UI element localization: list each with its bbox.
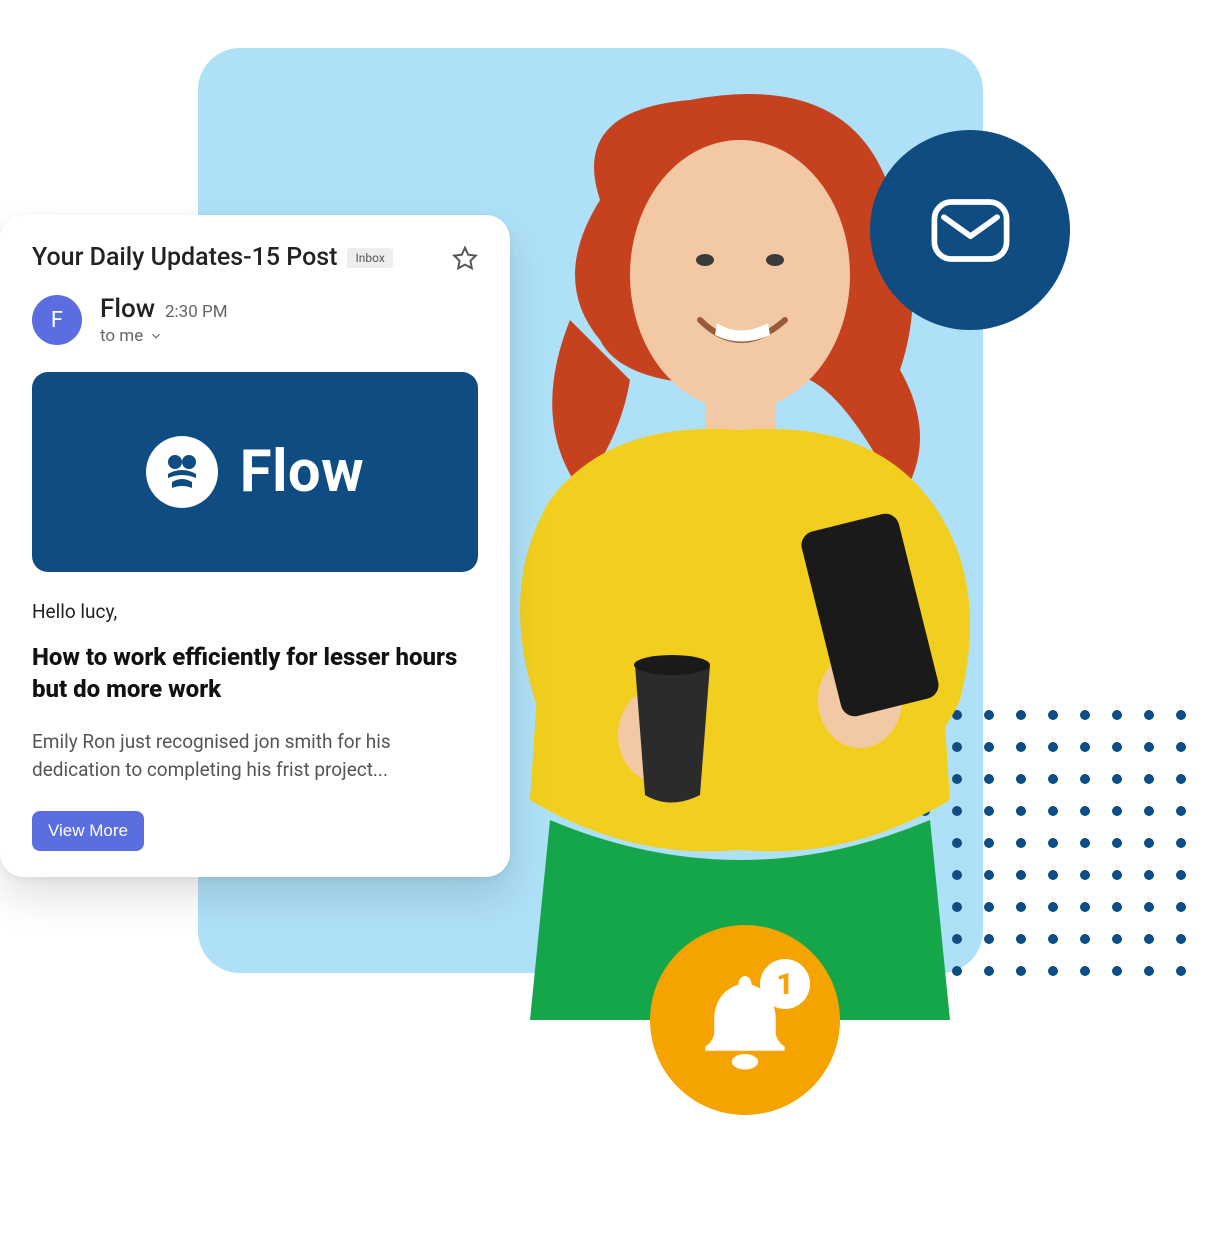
- sender-row: F Flow 2:30 PM to me: [32, 294, 478, 346]
- sender-name: Flow: [100, 294, 155, 324]
- mail-badge[interactable]: [870, 130, 1070, 330]
- sender-avatar[interactable]: F: [32, 295, 82, 345]
- notification-count: 1: [760, 959, 810, 1009]
- star-button[interactable]: [452, 245, 478, 271]
- brand-name: Flow: [240, 438, 365, 506]
- brand-logo-icon: [146, 436, 218, 508]
- email-card: Your Daily Updates-15 Post Inbox F Flow …: [0, 215, 510, 877]
- mail-icon: [923, 183, 1018, 278]
- recipient-label: to me: [100, 326, 143, 346]
- avatar-initial: F: [51, 308, 63, 333]
- sender-meta: Flow 2:30 PM to me: [100, 294, 228, 346]
- email-preview: Emily Ron just recognised jon smith for …: [32, 728, 478, 785]
- email-headline: How to work efficiently for lesser hours…: [32, 641, 478, 706]
- recipient-toggle[interactable]: to me: [100, 326, 228, 346]
- sender-time: 2:30 PM: [165, 302, 228, 322]
- notification-badge[interactable]: 1: [650, 925, 840, 1115]
- email-subject: Your Daily Updates-15 Post: [32, 243, 337, 272]
- star-icon: [452, 245, 478, 271]
- view-more-button[interactable]: View More: [32, 811, 144, 851]
- inbox-tag[interactable]: Inbox: [347, 248, 392, 268]
- email-greeting: Hello lucy,: [32, 600, 478, 623]
- email-header: Your Daily Updates-15 Post Inbox: [32, 243, 478, 272]
- brand-banner: Flow: [32, 372, 478, 572]
- chevron-down-icon: [149, 329, 163, 343]
